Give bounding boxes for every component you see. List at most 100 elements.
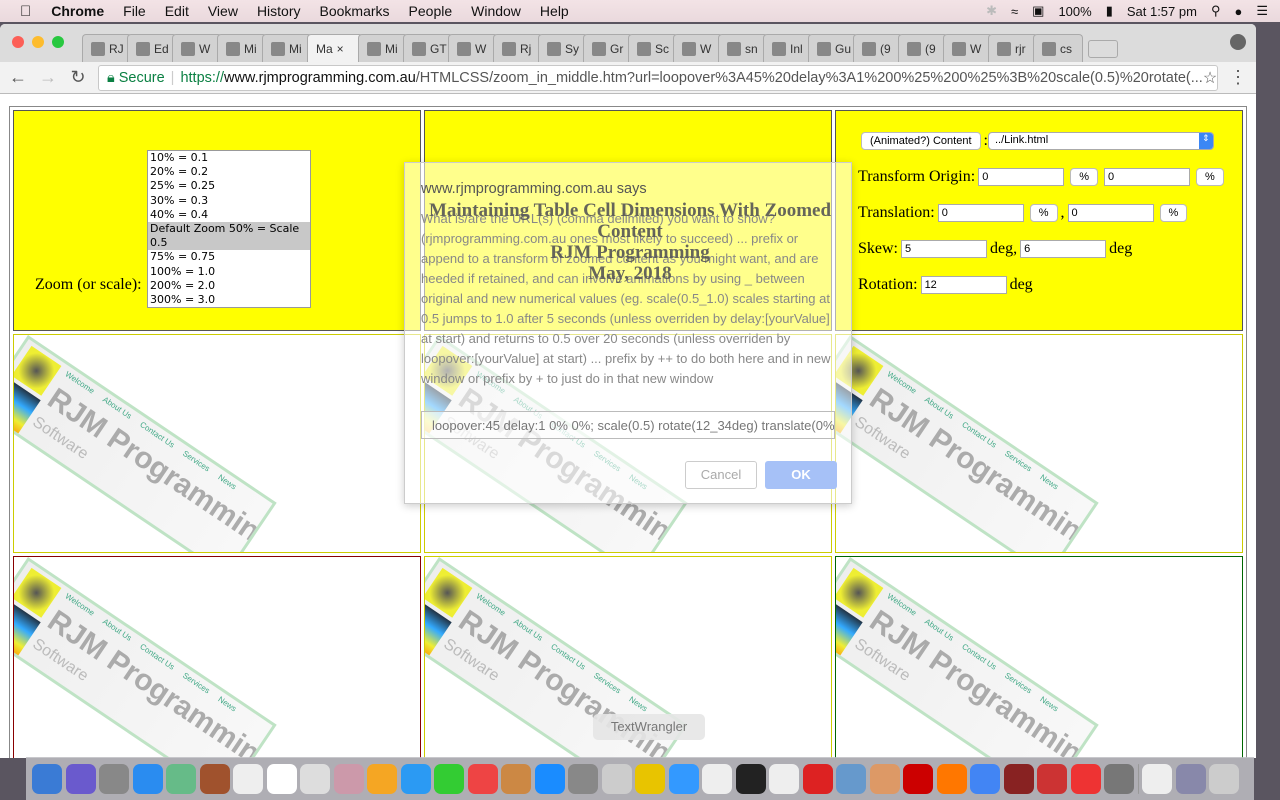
zoomed-content-cell[interactable]: WelcomeAbout UsContact UsServicesNewsRJM… bbox=[835, 334, 1243, 553]
zoom-option[interactable]: 300% = 3.0 bbox=[148, 293, 310, 307]
dock-app-icon[interactable] bbox=[802, 763, 833, 794]
dock-app-icon[interactable] bbox=[233, 763, 263, 794]
spotlight-icon[interactable]: ⚲ bbox=[1211, 3, 1221, 19]
tab[interactable]: Mi bbox=[262, 34, 312, 62]
tab[interactable]: cs bbox=[1033, 34, 1083, 62]
dock-app-icon[interactable] bbox=[1104, 763, 1134, 794]
dock-app-icon[interactable] bbox=[300, 763, 330, 794]
new-tab-button[interactable] bbox=[1088, 40, 1118, 58]
dock-app-icon[interactable] bbox=[199, 763, 230, 794]
zoom-option[interactable]: 200% = 2.0 bbox=[148, 279, 310, 293]
dock-app-icon[interactable] bbox=[434, 763, 464, 794]
dock-app-icon[interactable] bbox=[467, 763, 498, 794]
reload-icon[interactable]: ↻ bbox=[68, 67, 88, 88]
dock-app-icon[interactable] bbox=[333, 763, 364, 794]
tab[interactable]: Sy bbox=[538, 34, 588, 62]
zoom-option[interactable]: 30% = 0.3 bbox=[148, 194, 310, 208]
notifications-icon[interactable]: ☰ bbox=[1256, 3, 1268, 19]
tab[interactable]: (9 bbox=[898, 34, 948, 62]
zoom-window-button[interactable] bbox=[52, 36, 64, 48]
dock-app-icon[interactable] bbox=[668, 763, 699, 794]
zoom-option[interactable]: 100% = 1.0 bbox=[148, 265, 310, 279]
dock-app-icon[interactable] bbox=[1209, 763, 1239, 794]
chrome-menu-icon[interactable]: ⋮ bbox=[1228, 67, 1248, 88]
dock-app-icon[interactable] bbox=[702, 763, 732, 794]
menu-window[interactable]: Window bbox=[471, 3, 521, 19]
dock-app-icon[interactable] bbox=[568, 763, 598, 794]
tab[interactable]: W bbox=[673, 34, 723, 62]
origin-y-unit-button[interactable]: % bbox=[1195, 168, 1224, 186]
tab[interactable]: Gu bbox=[808, 34, 858, 62]
menu-view[interactable]: View bbox=[208, 3, 238, 19]
dialog-input[interactable]: loopover:45 delay:1 0% 0%; scale(0.5) ro… bbox=[421, 411, 835, 439]
zoom-option[interactable]: Default Zoom 50% = Scale 0.5 bbox=[148, 222, 310, 251]
dock-app-icon[interactable] bbox=[534, 763, 565, 794]
dock-app-icon[interactable] bbox=[32, 763, 62, 794]
zoomed-content-cell[interactable]: WelcomeAbout UsContact UsServicesNewsRJM… bbox=[13, 334, 421, 553]
apple-icon[interactable]:  bbox=[20, 3, 31, 20]
skew-x-input[interactable]: 5 bbox=[901, 240, 987, 258]
dock-app-icon[interactable] bbox=[836, 763, 866, 794]
dock-app-icon[interactable] bbox=[769, 763, 799, 794]
url-bar[interactable]: 🔒︎ Secure | https:// www.rjmprogramming.… bbox=[98, 64, 1218, 91]
tab[interactable]: Ed bbox=[127, 34, 177, 62]
dock-app-icon[interactable] bbox=[132, 763, 163, 794]
dock-app-icon[interactable] bbox=[400, 763, 431, 794]
dock-app-icon[interactable] bbox=[936, 763, 967, 794]
menu-history[interactable]: History bbox=[257, 3, 301, 19]
dock-app-icon[interactable] bbox=[1003, 763, 1034, 794]
dock-app-icon[interactable] bbox=[869, 763, 900, 794]
dock-app-icon[interactable] bbox=[1037, 763, 1067, 794]
dock-app-icon[interactable] bbox=[903, 763, 933, 794]
airplay-icon[interactable]: ▣ bbox=[1032, 3, 1044, 19]
minimize-window-button[interactable] bbox=[32, 36, 44, 48]
dock-app-icon[interactable] bbox=[99, 763, 129, 794]
translate-y-input[interactable]: 0 bbox=[1067, 204, 1154, 222]
dock-app-icon[interactable] bbox=[266, 763, 297, 794]
tab[interactable]: Inl bbox=[763, 34, 813, 62]
tab[interactable]: Ma × bbox=[307, 34, 363, 62]
dock-app-icon[interactable] bbox=[65, 763, 96, 794]
bookmark-star-icon[interactable]: ☆ bbox=[1203, 68, 1217, 88]
tab[interactable]: (9 bbox=[853, 34, 903, 62]
tab[interactable]: Mi bbox=[358, 34, 408, 62]
battery-icon[interactable]: ▮ bbox=[1106, 3, 1113, 19]
tab[interactable]: W bbox=[448, 34, 498, 62]
translate-x-unit-button[interactable]: % bbox=[1029, 204, 1058, 222]
tab[interactable]: Rj bbox=[493, 34, 543, 62]
zoom-option[interactable]: 20% = 0.2 bbox=[148, 165, 310, 179]
zoom-option[interactable]: 25% = 0.25 bbox=[148, 179, 310, 193]
menu-people[interactable]: People bbox=[409, 3, 453, 19]
origin-x-input[interactable]: 0 bbox=[978, 168, 1065, 186]
dock-app-icon[interactable] bbox=[970, 763, 1000, 794]
menu-app[interactable]: Chrome bbox=[51, 3, 104, 19]
menu-edit[interactable]: Edit bbox=[165, 3, 189, 19]
clock[interactable]: Sat 1:57 pm bbox=[1127, 4, 1197, 19]
dock-app-icon[interactable] bbox=[367, 763, 397, 794]
dock-app-icon[interactable] bbox=[1142, 763, 1172, 794]
close-window-button[interactable] bbox=[12, 36, 24, 48]
tab[interactable]: Sc bbox=[628, 34, 678, 62]
animated-content-button[interactable]: (Animated?) Content bbox=[861, 132, 981, 150]
dock-app-icon[interactable] bbox=[1070, 763, 1101, 794]
menu-bookmarks[interactable]: Bookmarks bbox=[320, 3, 390, 19]
tab[interactable]: RJ bbox=[82, 34, 132, 62]
wifi-icon[interactable]: ≈ bbox=[1011, 4, 1018, 19]
profile-icon[interactable] bbox=[1230, 34, 1246, 50]
zoom-option[interactable]: 75% = 0.75 bbox=[148, 250, 310, 264]
back-icon[interactable]: ← bbox=[8, 67, 28, 88]
close-tab-icon[interactable]: × bbox=[337, 42, 344, 56]
dock-app-icon[interactable] bbox=[635, 763, 665, 794]
translate-x-input[interactable]: 0 bbox=[937, 204, 1024, 222]
dock-app-icon[interactable] bbox=[501, 763, 531, 794]
tab[interactable]: W bbox=[943, 34, 993, 62]
origin-y-input[interactable]: 0 bbox=[1103, 168, 1190, 186]
translate-y-unit-button[interactable]: % bbox=[1159, 204, 1188, 222]
dock-app-icon[interactable] bbox=[735, 763, 766, 794]
tab[interactable]: Gr bbox=[583, 34, 633, 62]
zoom-option[interactable]: 10% = 0.1 bbox=[148, 151, 310, 165]
dock-app-icon[interactable] bbox=[166, 763, 196, 794]
rotation-input[interactable]: 12 bbox=[920, 276, 1007, 294]
zoom-option[interactable]: 40% = 0.4 bbox=[148, 208, 310, 222]
skew-y-input[interactable]: 6 bbox=[1020, 240, 1107, 258]
